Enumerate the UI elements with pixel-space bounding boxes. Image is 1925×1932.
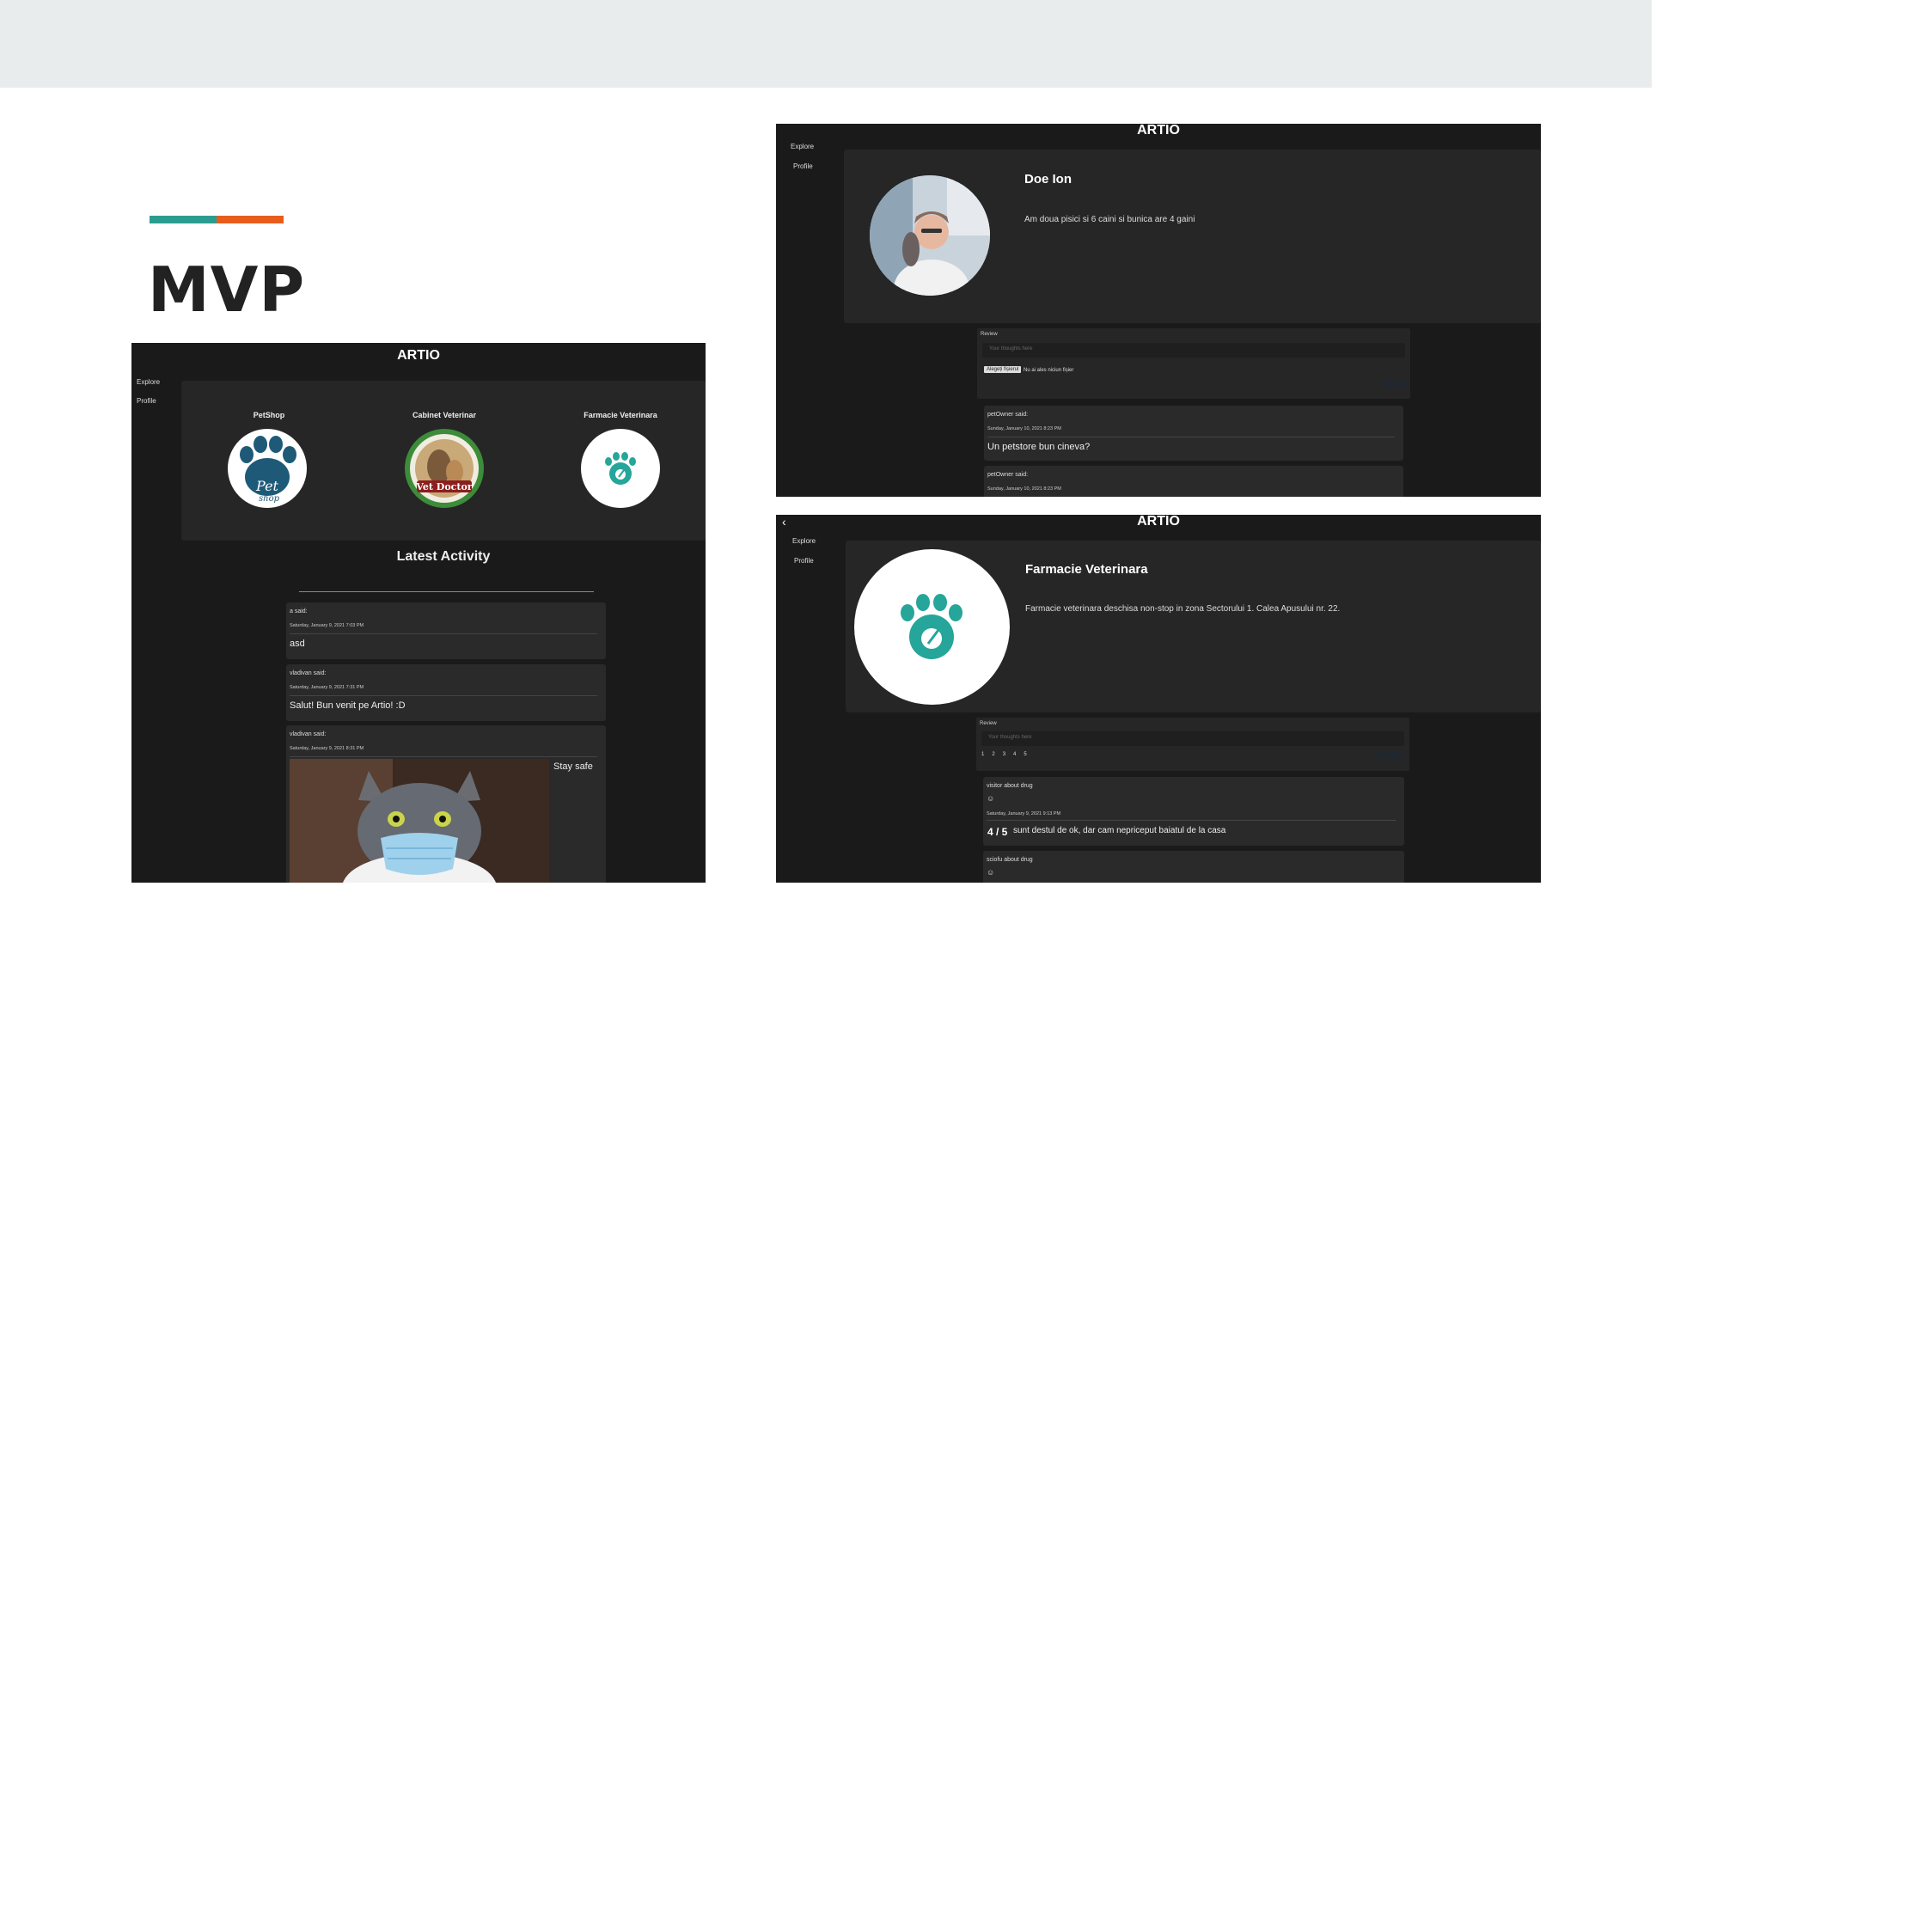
rating-option[interactable]: 4 (1013, 752, 1016, 757)
brand-title: ARTIO (1137, 515, 1180, 529)
nav-explore[interactable]: Explore (792, 537, 816, 545)
list-item: sciofu about drug ☺ (983, 851, 1404, 883)
slide-title: MVP (148, 254, 306, 326)
list-item: a said: Saturday, January 9, 2021 7:03 P… (286, 602, 606, 659)
category-label-farmacie: Farmacie Veterinara (584, 411, 657, 419)
post-date: Sunday, January 10, 2021 8:23 PM (987, 486, 1061, 492)
review-divider (987, 820, 1396, 821)
sidebar: Explore Profile (776, 138, 836, 497)
profile-name: Doe Ion (1024, 172, 1072, 186)
post-author: vladivan said: (290, 731, 327, 737)
post-author: vladivan said: (290, 670, 327, 676)
submit-button[interactable] (1381, 380, 1405, 388)
shop-description: Farmacie veterinara deschisa non-stop in… (1025, 604, 1341, 614)
post-divider (290, 695, 597, 696)
profile-panel: Doe Ion Am doua pisici si 6 caini si bun… (844, 150, 1541, 323)
list-item: visitor about drug ☺ Saturday, January 9… (983, 777, 1404, 846)
post-author: petOwner said: (987, 412, 1029, 418)
category-label-petshop: PetShop (253, 411, 285, 419)
divider (299, 591, 594, 592)
shop-name: Farmacie Veterinara (1025, 562, 1148, 577)
categories-panel: PetShop Pet shop Cabinet Veterinar Vet D… (181, 381, 706, 541)
rating-option[interactable]: 1 (981, 752, 984, 757)
nav-explore[interactable]: Explore (137, 378, 160, 386)
list-item: petOwner said: Sunday, January 10, 2021 … (984, 406, 1403, 461)
paw-mortar-logo-icon[interactable] (581, 429, 660, 508)
file-choose-button[interactable]: Alegeți fișierul (984, 366, 1022, 373)
review-placeholder: Your thoughts here (989, 346, 1033, 352)
rating-option[interactable]: 5 (1024, 752, 1026, 757)
svg-text:shop: shop (259, 494, 280, 504)
sidebar: Explore Profile (131, 372, 180, 883)
review-form: Review Your thoughts here Alegeți fișier… (977, 328, 1410, 399)
review-author: visitor about drug (987, 783, 1033, 789)
svg-text:Pet: Pet (255, 478, 279, 494)
rating-option[interactable]: 2 (992, 752, 994, 757)
top-band (0, 0, 1652, 88)
post-date: Saturday, January 9, 2021 8:31 PM (290, 746, 364, 751)
review-form: Review Your thoughts here 1 2 3 4 5 (976, 718, 1409, 771)
review-input[interactable]: Your thoughts here (982, 343, 1405, 358)
post-author: petOwner said: (987, 472, 1029, 478)
review-input[interactable]: Your thoughts here (981, 731, 1404, 746)
petshop-logo-icon[interactable]: Pet shop (228, 429, 307, 508)
list-item: petOwner said: Sunday, January 10, 2021 … (984, 466, 1403, 497)
post-body: Stay safe (553, 761, 593, 772)
post-body: asd (290, 639, 305, 649)
review-label: Review (980, 721, 997, 726)
avatar[interactable] (870, 175, 990, 296)
accent-bar-orange (217, 216, 284, 223)
post-divider (290, 756, 597, 757)
explore-screenshot: ARTIO Explore Profile PetShop Pet shop C… (131, 343, 706, 883)
post-cat-photo[interactable] (290, 759, 549, 883)
nav-profile[interactable]: Profile (137, 397, 156, 405)
rating-radio-group: 1 2 3 4 5 (981, 752, 1027, 757)
shop-panel: Farmacie Veterinara Farmacie veterinara … (846, 541, 1541, 712)
review-date: Saturday, January 9, 2021 9:13 PM (987, 811, 1061, 816)
post-date: Saturday, January 9, 2021 7:03 PM (290, 623, 364, 628)
review-label: Review (981, 332, 998, 337)
post-date: Sunday, January 10, 2021 8:23 PM (987, 426, 1061, 431)
brand-title: ARTIO (1137, 124, 1180, 138)
rating-option[interactable]: 3 (1003, 752, 1005, 757)
review-score: 4 / 5 (987, 826, 1008, 838)
file-status: Nu ai ales niciun fișier (1024, 368, 1074, 373)
brand-title: ARTIO (131, 344, 706, 373)
paw-mortar-logo-icon[interactable] (854, 549, 1010, 705)
review-body: sunt destul de ok, dar cam nepriceput ba… (1013, 826, 1226, 835)
profile-bio: Am doua pisici si 6 caini si bunica are … (1024, 215, 1195, 224)
nav-profile[interactable]: Profile (793, 162, 813, 170)
shop-screenshot: ‹ ARTIO Explore Profile Farmacie Veterin… (776, 515, 1541, 883)
review-placeholder: Your thoughts here (988, 735, 1032, 740)
post-author: a said: (290, 608, 308, 614)
accent-bar-teal (150, 216, 217, 223)
post-body: Salut! Bun venit pe Artio! :D (290, 700, 406, 711)
list-item: vladivan said: Saturday, January 9, 2021… (286, 725, 606, 883)
svg-text:Vet Doctor: Vet Doctor (415, 481, 472, 492)
smiley-icon: ☺ (987, 794, 995, 803)
sidebar: Explore Profile (776, 529, 836, 883)
submit-button[interactable] (1377, 752, 1402, 761)
smiley-icon: ☺ (987, 868, 995, 877)
list-item: vladivan said: Saturday, January 9, 2021… (286, 664, 606, 721)
post-divider (290, 633, 597, 634)
vet-doctor-logo-icon[interactable]: Vet Doctor (405, 429, 484, 508)
latest-activity-heading: Latest Activity (396, 549, 491, 564)
profile-screenshot: ARTIO Explore Profile Doe Ion Am doua pi… (776, 124, 1541, 497)
post-date: Saturday, January 9, 2021 7:31 PM (290, 685, 364, 690)
nav-explore[interactable]: Explore (791, 143, 814, 150)
post-body: Un petstore bun cineva? (987, 442, 1091, 452)
nav-profile[interactable]: Profile (794, 557, 814, 565)
review-author: sciofu about drug (987, 857, 1033, 863)
category-label-cabinet: Cabinet Veterinar (412, 411, 477, 419)
